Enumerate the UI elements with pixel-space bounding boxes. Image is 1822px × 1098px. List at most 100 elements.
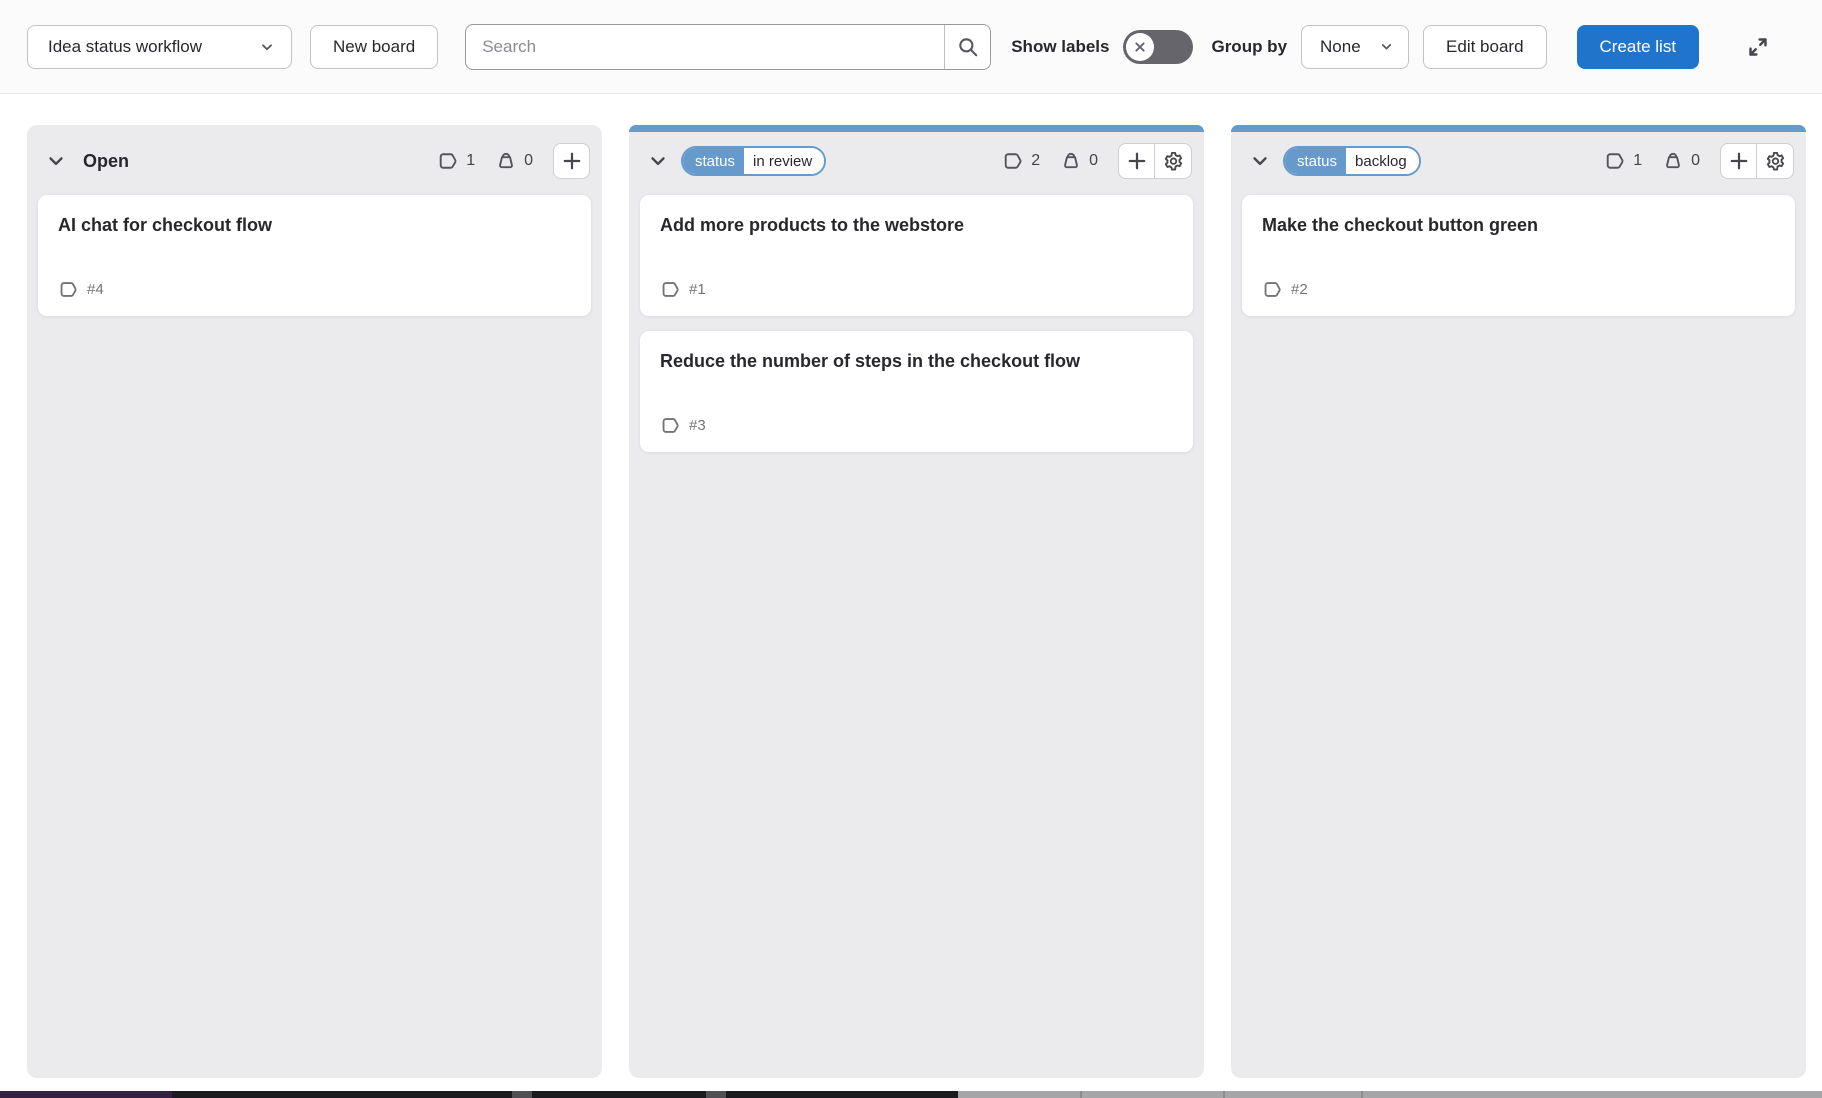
column-counters: 1 0 xyxy=(437,150,533,172)
weight-count: 0 xyxy=(1089,152,1098,170)
plus-icon xyxy=(1727,149,1751,173)
taskbar-edge-strip xyxy=(0,1091,1822,1098)
board-toolbar: Idea status workflow New board Show labe… xyxy=(0,0,1822,94)
issues-count-icon xyxy=(1604,150,1626,172)
issue-type-icon xyxy=(1262,279,1283,300)
list-settings-button[interactable] xyxy=(1757,143,1794,179)
list-settings-button[interactable] xyxy=(1155,143,1192,179)
column-header: status backlog 1 0 xyxy=(1231,132,1806,187)
column-accent-bar xyxy=(27,125,602,132)
issues-count: 1 xyxy=(1633,152,1642,170)
issue-card[interactable]: Make the checkout button green #2 xyxy=(1241,194,1796,317)
board-switcher-label: Idea status workflow xyxy=(48,37,202,57)
taskbar-segment xyxy=(1361,1091,1363,1098)
issue-card-title: Reduce the number of steps in the checko… xyxy=(660,350,1173,388)
issue-card-title: AI chat for checkout flow xyxy=(58,214,571,252)
column-actions xyxy=(1118,143,1192,179)
column-scoped-label: status in review xyxy=(681,146,826,176)
weight-icon xyxy=(1662,150,1684,172)
taskbar-segment xyxy=(0,1091,172,1098)
create-list-button[interactable]: Create list xyxy=(1577,25,1700,69)
gear-icon xyxy=(1162,150,1185,173)
taskbar-segment xyxy=(706,1091,726,1098)
issue-card[interactable]: Add more products to the webstore #1 xyxy=(639,194,1194,317)
gear-icon xyxy=(1764,150,1787,173)
column-accent-bar xyxy=(629,125,1204,132)
edit-board-button[interactable]: Edit board xyxy=(1423,25,1547,69)
column-actions xyxy=(1720,143,1794,179)
column-header: Open 1 0 xyxy=(27,132,602,187)
weight-count: 0 xyxy=(524,152,533,170)
chevron-down-icon xyxy=(45,150,67,172)
search-button[interactable] xyxy=(944,25,990,69)
chevron-down-icon xyxy=(259,39,275,55)
issue-id: #1 xyxy=(689,281,706,298)
search-input[interactable] xyxy=(466,25,944,69)
taskbar-segment xyxy=(1080,1091,1082,1098)
issue-id: #3 xyxy=(689,417,706,434)
column-accent-bar xyxy=(1231,125,1806,132)
search-icon xyxy=(957,36,979,58)
expand-board-button[interactable] xyxy=(1741,30,1775,64)
issue-card-footer: #4 xyxy=(58,279,571,300)
column-cards: Add more products to the webstore #1 Red… xyxy=(629,187,1204,463)
new-board-button[interactable]: New board xyxy=(310,25,438,69)
collapse-column-button[interactable] xyxy=(1245,146,1275,176)
column-title: Open xyxy=(83,151,129,172)
weight-count: 0 xyxy=(1691,152,1700,170)
column-cards: AI chat for checkout flow #4 xyxy=(27,187,602,327)
weight-icon xyxy=(495,150,517,172)
collapse-column-button[interactable] xyxy=(41,146,71,176)
column-scoped-label: status backlog xyxy=(1283,146,1421,176)
expand-icon xyxy=(1745,34,1771,60)
issue-type-icon xyxy=(660,279,681,300)
board-column: status in review 2 0 xyxy=(629,125,1204,1078)
taskbar-segment xyxy=(172,1091,958,1098)
taskbar-segment xyxy=(512,1091,532,1098)
plus-icon xyxy=(1125,149,1149,173)
board-column: Open 1 0 xyxy=(27,125,602,1078)
show-labels-toggle[interactable] xyxy=(1123,30,1193,64)
board-column: status backlog 1 0 xyxy=(1231,125,1806,1078)
label-scope: status xyxy=(1285,148,1346,174)
show-labels-label: Show labels xyxy=(1011,37,1109,57)
issues-count-icon xyxy=(1002,150,1024,172)
issue-id: #4 xyxy=(87,281,104,298)
issue-card-footer: #2 xyxy=(1262,279,1775,300)
issue-card-title: Make the checkout button green xyxy=(1262,214,1775,252)
add-issue-button[interactable] xyxy=(1720,143,1757,179)
issue-card-footer: #1 xyxy=(660,279,1173,300)
issue-type-icon xyxy=(660,415,681,436)
issue-card-footer: #3 xyxy=(660,415,1173,436)
plus-icon xyxy=(560,149,584,173)
column-header: status in review 2 0 xyxy=(629,132,1204,187)
issues-count: 1 xyxy=(466,152,475,170)
weight-icon xyxy=(1060,150,1082,172)
issue-type-icon xyxy=(58,279,79,300)
chevron-down-icon xyxy=(647,150,669,172)
issues-count: 2 xyxy=(1031,152,1040,170)
chevron-down-icon xyxy=(1249,150,1271,172)
taskbar-segment xyxy=(958,1091,1822,1098)
group-by-label: Group by xyxy=(1211,37,1287,57)
column-cards: Make the checkout button green #2 xyxy=(1231,187,1806,327)
group-by-dropdown[interactable]: None xyxy=(1301,25,1409,69)
taskbar-segment xyxy=(1223,1091,1225,1098)
toggle-knob xyxy=(1126,33,1154,61)
column-actions xyxy=(553,143,590,179)
collapse-column-button[interactable] xyxy=(643,146,673,176)
issue-card[interactable]: AI chat for checkout flow #4 xyxy=(37,194,592,317)
column-counters: 1 0 xyxy=(1604,150,1700,172)
column-counters: 2 0 xyxy=(1002,150,1098,172)
group-by-value: None xyxy=(1320,37,1361,57)
label-value: backlog xyxy=(1346,148,1419,174)
issue-card-title: Add more products to the webstore xyxy=(660,214,1173,252)
add-issue-button[interactable] xyxy=(553,143,590,179)
chevron-down-icon xyxy=(1379,39,1394,54)
board-columns: Open 1 0 xyxy=(0,94,1822,1078)
add-issue-button[interactable] xyxy=(1118,143,1155,179)
search-box xyxy=(465,24,991,70)
issue-card[interactable]: Reduce the number of steps in the checko… xyxy=(639,330,1194,453)
board-switcher-dropdown[interactable]: Idea status workflow xyxy=(27,25,292,69)
label-value: in review xyxy=(744,148,824,174)
